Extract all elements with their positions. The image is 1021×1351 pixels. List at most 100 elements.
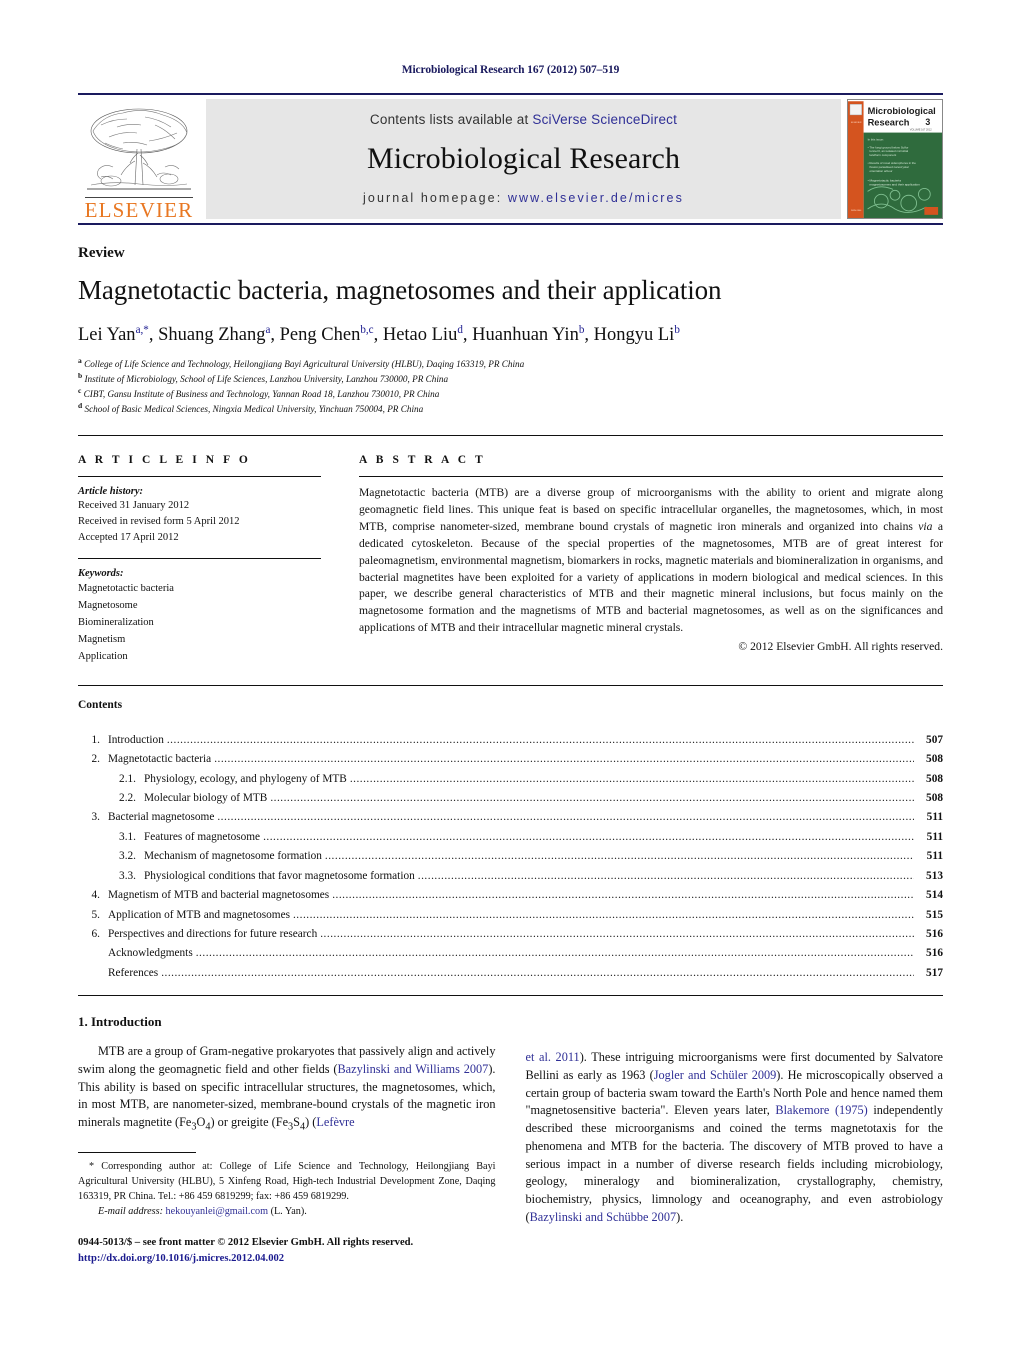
citation-lefevre[interactable]: Lefèvre: [316, 1115, 354, 1129]
contents-available-prefix: Contents lists available at: [369, 112, 533, 127]
toc-entry[interactable]: 3.3. Physiological conditions that favor …: [78, 867, 943, 886]
sciencedirect-link[interactable]: SciVerse ScienceDirect: [532, 112, 677, 127]
toc-entry-label: Perspectives and directions for future r…: [108, 928, 318, 941]
toc-entry-number: 3.1.: [119, 830, 136, 843]
contents-heading: Contents: [78, 698, 123, 711]
keyword-2: Biomineralization: [78, 616, 154, 628]
citation-bazylinski-schubbe-2007[interactable]: Bazylinski and Schübbe 2007: [530, 1210, 677, 1224]
citation-blakemore-1975[interactable]: Blakemore (1975): [775, 1103, 867, 1117]
svg-text:magnetosomes and their applica: magnetosomes and their application: [870, 182, 920, 186]
footnote-email-label: E-mail address:: [98, 1205, 163, 1217]
affiliation-item: a College of Life Science and Technology…: [78, 356, 525, 370]
toc-entry-number: 3.3.: [119, 869, 136, 882]
toc-entry-label: Bacterial magnetosome: [108, 811, 215, 824]
article-body: 1. Introduction MTB are a group of Gram-…: [78, 1014, 943, 1266]
toc-leader-dots: ........................................…: [214, 753, 914, 766]
citation-lefevre-continued[interactable]: et al. 2011: [526, 1050, 580, 1064]
toc-entry[interactable]: Acknowledgments.........................…: [78, 944, 943, 963]
abstract-heading: A B S T R A C T: [359, 453, 486, 466]
toc-entry-page: 507: [926, 733, 943, 746]
homepage-url-link[interactable]: www.elsevier.de/micres: [508, 191, 684, 205]
keywords-label: Keywords:: [78, 567, 124, 579]
toc-entry[interactable]: 3.1. Features of magnetosome.............…: [78, 828, 943, 847]
toc-entry[interactable]: 6. Perspectives and directions for future…: [78, 925, 943, 944]
author-list: Lei Yana,*, Shuang Zhanga, Peng Chenb,c,…: [78, 323, 680, 346]
abstract-text: Magnetotactic bacteria (MTB) are a diver…: [359, 485, 943, 637]
affiliation-item: d School of Basic Medical Sciences, Ning…: [78, 400, 424, 415]
article-history-1: Received in revised form 5 April 2012: [78, 515, 240, 527]
footnote-separator: [78, 1151, 196, 1153]
intro-left-text-f: ) (: [305, 1115, 317, 1130]
toc-entry-label: Introduction: [108, 733, 164, 746]
email-link[interactable]: hekouyanlei@gmail.com: [166, 1206, 268, 1217]
journal-band: Contents lists available at SciVerse Sci…: [206, 99, 841, 219]
doi-link[interactable]: http://dx.doi.org/10.1016/j.micres.2012.…: [78, 1251, 496, 1267]
article-info-rule: [78, 475, 321, 477]
toc-entry-label: Physiology, ecology, and phylogeny of MT…: [144, 772, 347, 785]
svg-text:orientation arbour: orientation arbour: [870, 169, 893, 173]
author-affiliation-marker: b: [674, 323, 680, 336]
running-head: Microbiological Research 167 (2012) 507–…: [401, 64, 620, 76]
toc-leader-dots: ........................................…: [195, 947, 914, 960]
toc-entry-number: 3.: [91, 811, 100, 824]
author-affiliation-marker: b,c: [360, 323, 374, 336]
toc-entry[interactable]: 3.2. Mechanism of magnetosome formation..…: [78, 847, 943, 866]
toc-leader-dots: ........................................…: [166, 733, 914, 746]
author-name: Hetao Liu: [382, 325, 458, 346]
svg-text:Microbiological: Microbiological: [868, 106, 936, 116]
page-title: Magnetotactic bacteria, magnetosomes and…: [78, 275, 722, 305]
toc-entry[interactable]: 5. Application of MTB and magnetosomes...…: [78, 906, 943, 925]
toc-entry-number: 6.: [91, 928, 100, 941]
toc-leader-dots: ........................................…: [292, 908, 914, 921]
toc-entry[interactable]: References..............................…: [78, 964, 943, 983]
footnote-star: *: [89, 1160, 95, 1172]
contents-bottom-rule: [78, 995, 943, 997]
toc-leader-dots: ........................................…: [324, 850, 914, 863]
article-history-2: Accepted 17 April 2012: [78, 531, 179, 543]
author-affiliation-marker: b: [578, 323, 585, 336]
footnote-email-line: E-mail address: hekouyanlei@gmail.com (L…: [78, 1205, 496, 1220]
affiliation-marker: a: [78, 356, 82, 366]
body-column-left: 1. Introduction MTB are a group of Gram-…: [78, 1014, 496, 1266]
svg-text:In this issue:: In this issue:: [868, 137, 884, 141]
author-affiliation-marker: d: [457, 323, 463, 336]
toc-entry-number: 1.: [91, 733, 100, 746]
toc-entry[interactable]: 2. Magnetotactic bacteria................…: [78, 750, 943, 769]
toc-entry[interactable]: 2.1. Physiology, ecology, and phylogeny o…: [78, 770, 943, 789]
keywords-rule: [78, 557, 321, 559]
contents-available-line: Contents lists available at SciVerse Sci…: [370, 112, 677, 127]
author-name: Shuang Zhang: [158, 325, 266, 346]
toc-leader-dots: ........................................…: [320, 928, 914, 941]
journal-title: Microbiological Research: [366, 142, 681, 175]
affiliation-marker: c: [78, 386, 82, 396]
author-name: Peng Chen: [279, 325, 361, 346]
toc-entry[interactable]: 1. Introduction..........................…: [78, 731, 943, 750]
affiliation-item: b Institute of Microbiology, School of L…: [78, 371, 449, 385]
article-history-label: Article history:: [78, 485, 144, 497]
citation-jogler-schuler-2009[interactable]: Jogler and Schüler 2009: [654, 1068, 777, 1082]
toc-entry-label: Magnetism of MTB and bacterial magnetoso…: [108, 889, 330, 902]
elsevier-tree-icon: [87, 108, 191, 190]
toc-entry-page: 514: [926, 889, 943, 902]
toc-entry[interactable]: 2.2. Molecular biology of MTB............…: [78, 789, 943, 808]
elsevier-logo: ELSEVIER: [78, 95, 200, 223]
contents-section: Contents 1. Introduction.................…: [78, 684, 943, 983]
abstract-column: A B S T R A C T Magnetotactic bacteria (…: [359, 454, 943, 665]
article-info-column: A R T I C L E I N F O Article history: R…: [78, 454, 321, 665]
toc-entry[interactable]: 4. Magnetism of MTB and bacterial magneto…: [78, 886, 943, 905]
toc-entry[interactable]: 3. Bacterial magnetosome.................…: [78, 808, 943, 827]
article-history-0: Received 31 January 2012: [78, 499, 190, 511]
intro-right-text-c: independently described these microorgan…: [525, 1103, 944, 1224]
abstract-copyright: © 2012 Elsevier GmbH. All rights reserve…: [738, 640, 943, 654]
toc-entry-page: 516: [926, 928, 943, 941]
citation-bazylinski-williams-2007[interactable]: Bazylinski and Williams 2007: [337, 1062, 488, 1076]
toc-leader-dots: ........................................…: [263, 830, 914, 843]
toc-entry-page: 511: [926, 811, 943, 824]
toc-entry-label: Features of magnetosome: [144, 830, 261, 843]
article-type: Review: [78, 245, 125, 261]
journal-homepage-line: journal homepage: www.elsevier.de/micres: [363, 191, 684, 205]
abstract-part-1: Magnetotactic bacteria (MTB) are a diver…: [359, 485, 943, 533]
toc-entry-label: Physiological conditions that favor magn…: [144, 869, 415, 882]
intro-right-text-d: ).: [676, 1209, 684, 1224]
masthead-bottom-rule: [78, 223, 943, 225]
